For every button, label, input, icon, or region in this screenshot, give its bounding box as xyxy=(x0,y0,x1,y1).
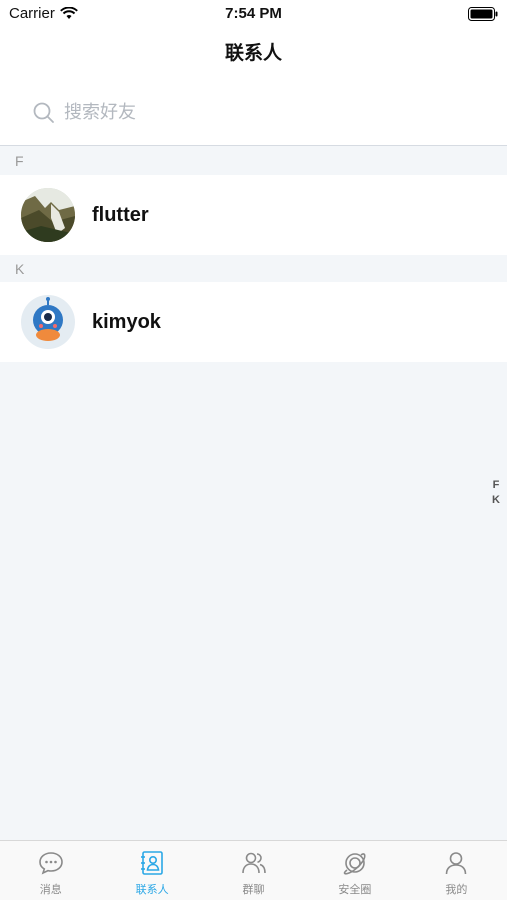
tab-label: 消息 xyxy=(39,883,62,896)
page-title: 联系人 xyxy=(224,42,282,64)
tab-bar: 消息 联系人 群聊 安全圈 我的 xyxy=(0,840,507,900)
planet-icon xyxy=(343,853,366,875)
contact-row-flutter[interactable]: flutter xyxy=(0,175,507,255)
section-header-k: K xyxy=(0,255,507,283)
contact-name: flutter xyxy=(92,203,149,226)
chat-icon xyxy=(38,852,63,875)
alphabet-index[interactable]: F K xyxy=(490,478,502,508)
contact-name: kimyok xyxy=(92,310,161,333)
search-icon xyxy=(33,102,54,123)
battery-icon xyxy=(468,7,498,21)
tab-label: 联系人 xyxy=(135,883,169,896)
navigation-bar: 联系人 xyxy=(0,28,507,78)
tab-contacts[interactable]: 联系人 xyxy=(101,841,202,900)
group-icon xyxy=(241,852,266,874)
tab-label: 我的 xyxy=(445,883,468,896)
person-icon xyxy=(446,852,467,875)
tab-group-chat[interactable]: 群聊 xyxy=(203,841,304,900)
avatar xyxy=(21,188,75,242)
tab-label: 群聊 xyxy=(242,883,265,896)
index-letter-f[interactable]: F xyxy=(490,478,502,493)
tab-label: 安全圈 xyxy=(338,883,372,896)
avatar xyxy=(21,295,75,349)
section-header-f: F xyxy=(0,147,507,175)
robot-avatar-icon xyxy=(21,295,75,349)
search-input[interactable] xyxy=(64,98,464,126)
status-bar: Carrier 7:54 PM xyxy=(0,0,507,28)
search-bar xyxy=(0,78,507,146)
clock: 7:54 PM xyxy=(225,5,282,22)
index-letter-k[interactable]: K xyxy=(490,493,502,508)
tab-profile[interactable]: 我的 xyxy=(406,841,507,900)
tab-security-circle[interactable]: 安全圈 xyxy=(304,841,405,900)
tab-messages[interactable]: 消息 xyxy=(0,841,101,900)
section-letter: K xyxy=(15,261,25,277)
section-letter: F xyxy=(15,153,24,169)
landscape-avatar-icon xyxy=(21,188,75,242)
contact-row-kimyok[interactable]: kimyok xyxy=(0,282,507,362)
contacts-icon xyxy=(141,851,163,875)
